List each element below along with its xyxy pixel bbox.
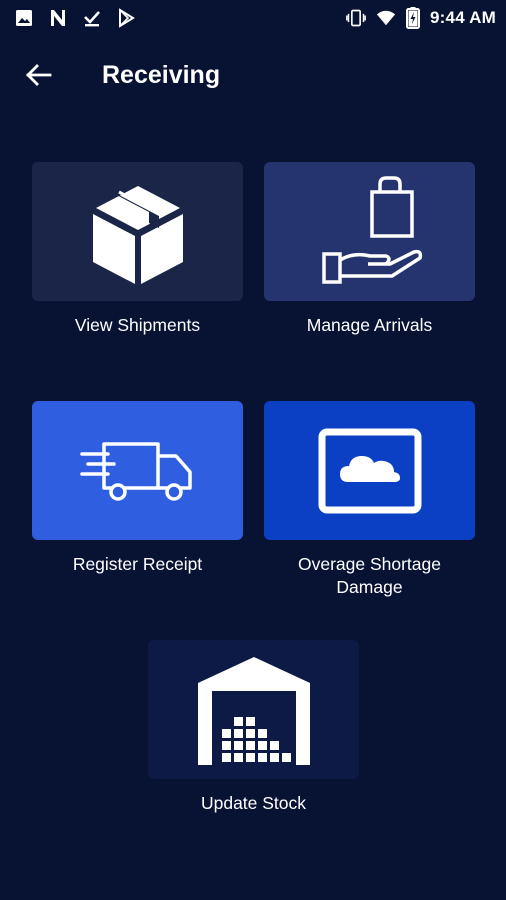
download-done-icon — [84, 11, 100, 27]
tile-view-shipments[interactable]: View Shipments — [32, 162, 243, 337]
status-time: 9:44 AM — [430, 8, 496, 27]
tile-icon-box — [148, 640, 359, 779]
tile-label: Manage Arrivals — [306, 315, 433, 335]
back-button[interactable] — [22, 60, 54, 90]
tile-icon-box — [264, 401, 475, 540]
tile-label: View Shipments — [74, 315, 201, 335]
tile-register-receipt[interactable]: Register Receipt — [32, 401, 243, 576]
tile-label: Overage Shortage Damage — [297, 554, 441, 597]
tile-manage-arrivals[interactable]: Manage Arrivals — [264, 162, 475, 337]
tile-icon-box — [32, 401, 243, 540]
tile-label: Update Stock — [200, 793, 307, 813]
tile-label: Register Receipt — [72, 554, 203, 574]
status-notifications — [14, 8, 136, 28]
app-bar: Receiving — [0, 44, 506, 106]
status-bar: 9:44 AM — [0, 0, 506, 36]
page-title: Receiving — [102, 61, 221, 89]
vibrate-icon — [346, 9, 366, 27]
n-icon — [51, 10, 65, 26]
wifi-icon — [376, 10, 396, 26]
arrow-left-icon — [26, 64, 52, 86]
tile-overage-shortage-damage[interactable]: Overage Shortage Damage — [264, 401, 475, 599]
delivery-truck-icon — [79, 441, 192, 501]
box-icon — [92, 185, 183, 284]
image-icon — [16, 10, 32, 26]
cloud-frame-icon — [318, 428, 421, 513]
tile-update-stock[interactable]: Update Stock — [148, 640, 359, 815]
warehouse-icon — [197, 656, 310, 765]
hand-bag-icon — [321, 175, 422, 284]
battery-charging-icon — [406, 7, 421, 29]
tile-icon-box — [264, 162, 475, 301]
tile-icon-box — [32, 162, 243, 301]
play-store-icon — [119, 8, 135, 28]
status-system: 9:44 AM — [346, 7, 496, 29]
